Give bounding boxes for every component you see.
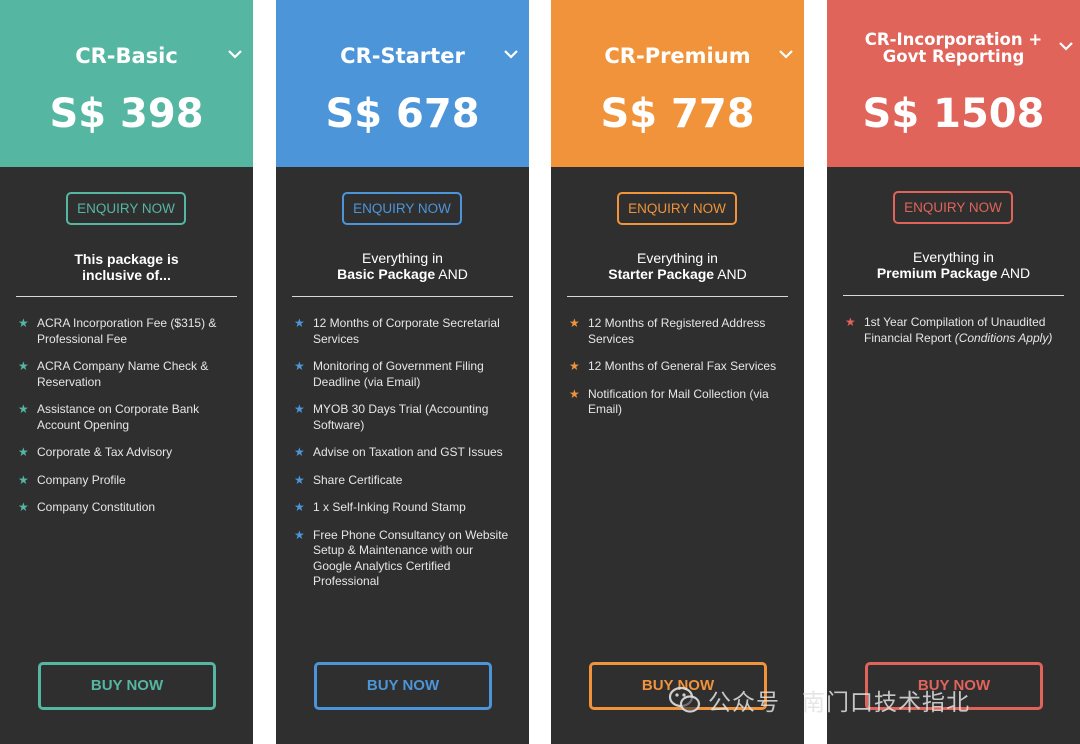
star-icon: ★ — [569, 386, 580, 401]
buy-now-button[interactable]: BUY NOW — [38, 662, 216, 710]
feature-list: ★ 12 Months of Registered Address Service… — [569, 316, 790, 430]
package-intro: Everything in Premium Package AND — [842, 249, 1065, 281]
package-price: S$ 1508 — [862, 91, 1045, 137]
chevron-down-icon[interactable] — [776, 44, 796, 64]
buy-now-button[interactable]: BUY NOW — [865, 662, 1043, 710]
star-icon: ★ — [18, 445, 29, 459]
feature-item: ★ ACRA Company Name Check & Reservation — [18, 359, 209, 389]
chevron-down-icon[interactable] — [501, 44, 521, 64]
card-header: CR-Premium S$ 778 — [551, 0, 804, 167]
package-price: S$ 778 — [600, 91, 755, 137]
feature-item: ★ Assistance on Corporate Bank Account Op… — [18, 402, 200, 432]
feature-item: ★ 12 Months of Registered Address Service… — [569, 316, 766, 346]
intro-tail: AND — [997, 265, 1031, 281]
buy-now-button[interactable]: BUY NOW — [589, 662, 767, 710]
chevron-down-icon[interactable] — [225, 44, 245, 64]
star-icon: ★ — [294, 472, 305, 487]
star-icon: ★ — [294, 316, 305, 330]
divider — [843, 295, 1064, 296]
feature-item: ★ Company Profile — [18, 472, 126, 487]
pricing-card-basic: CR-Basic S$ 398 ENQUIRY NOW This package… — [0, 0, 253, 744]
star-icon: ★ — [569, 359, 580, 373]
star-icon: ★ — [845, 315, 856, 329]
package-intro: This package is inclusive of... — [15, 251, 238, 283]
star-icon: ★ — [294, 500, 305, 514]
intro-tail: AND — [435, 266, 468, 282]
star-icon: ★ — [294, 359, 305, 373]
package-name: CR-Basic — [75, 44, 178, 68]
pricing-card-incorporation: CR-Incorporation + Govt Reporting S$ 150… — [827, 0, 1080, 744]
package-price: S$ 678 — [325, 91, 480, 137]
intro-bold: Starter Package — [608, 266, 715, 282]
feature-item: ★ Company Constitution — [18, 500, 156, 514]
feature-item: ★ 1st Year Compilation of Unaudited Finan… — [845, 315, 1053, 345]
feature-item: ★ ACRA Incorporation Fee ($315) & Profess… — [18, 316, 217, 346]
package-intro: Everything in Basic Package AND — [291, 250, 514, 282]
buy-now-button[interactable]: BUY NOW — [314, 662, 492, 710]
conditions-note: (Conditions Apply) — [954, 330, 1053, 345]
intro-line-2: inclusive of... — [82, 267, 171, 283]
feature-item: ★ Advise on Taxation and GST Issues — [294, 445, 503, 459]
feature-item: ★ Notification for Mail Collection (via E… — [569, 386, 769, 417]
divider — [567, 296, 788, 297]
star-icon: ★ — [18, 402, 29, 416]
divider — [292, 296, 513, 297]
intro-line-1: Everything in — [913, 249, 994, 265]
intro-line-1: Everything in — [637, 250, 718, 266]
star-icon: ★ — [18, 316, 29, 330]
feature-item: ★ 1 x Self-Inking Round Stamp — [294, 500, 466, 514]
enquiry-now-button[interactable]: ENQUIRY NOW — [893, 191, 1013, 224]
star-icon: ★ — [18, 500, 29, 514]
star-icon: ★ — [18, 472, 29, 487]
package-name: CR-Starter — [340, 44, 465, 68]
star-icon: ★ — [294, 402, 305, 416]
feature-list: ★ ACRA Incorporation Fee ($315) & Profess… — [18, 316, 239, 528]
intro-line-1: This package is — [74, 251, 179, 267]
chevron-down-icon[interactable] — [1056, 36, 1076, 56]
feature-item: ★ Free Phone Consultancy on Website Setup… — [294, 527, 509, 589]
star-icon: ★ — [294, 527, 305, 542]
feature-item: ★ MYOB 30 Days Trial (Accounting Software… — [294, 402, 489, 432]
intro-line-1: Everything in — [362, 250, 443, 266]
card-header: CR-Starter S$ 678 — [276, 0, 529, 167]
intro-tail: AND — [714, 266, 747, 282]
package-name: CR-Premium — [604, 44, 751, 68]
enquiry-now-button[interactable]: ENQUIRY NOW — [66, 192, 186, 225]
divider — [16, 296, 237, 297]
enquiry-now-button[interactable]: ENQUIRY NOW — [342, 192, 462, 225]
enquiry-now-button[interactable]: ENQUIRY NOW — [617, 192, 737, 225]
feature-item: ★ Monitoring of Government Filing Deadlin… — [294, 359, 484, 389]
feature-item: ★ 12 Months of Corporate Secretarial Serv… — [294, 316, 500, 346]
intro-bold: Basic Package — [337, 266, 436, 282]
star-icon: ★ — [294, 445, 305, 459]
pricing-card-starter: CR-Starter S$ 678 ENQUIRY NOW Everything… — [276, 0, 529, 744]
card-header: CR-Basic S$ 398 — [0, 0, 253, 167]
star-icon: ★ — [569, 316, 580, 330]
card-header: CR-Incorporation + Govt Reporting S$ 150… — [827, 0, 1080, 167]
feature-list: ★ 12 Months of Corporate Secretarial Serv… — [294, 316, 515, 602]
star-icon: ★ — [18, 359, 29, 373]
feature-list: ★ 1st Year Compilation of Unaudited Finan… — [845, 315, 1066, 358]
pricing-card-premium: CR-Premium S$ 778 ENQUIRY NOW Everything… — [551, 0, 804, 744]
package-price: S$ 398 — [49, 91, 204, 137]
intro-bold: Premium Package — [876, 265, 998, 281]
package-intro: Everything in Starter Package AND — [566, 250, 789, 282]
package-name: CR-Incorporation + Govt Reporting — [864, 30, 1043, 66]
feature-item: ★ 12 Months of General Fax Services — [569, 359, 777, 373]
feature-item: ★ Corporate & Tax Advisory — [18, 445, 173, 459]
feature-item: ★ Share Certificate — [294, 472, 403, 487]
